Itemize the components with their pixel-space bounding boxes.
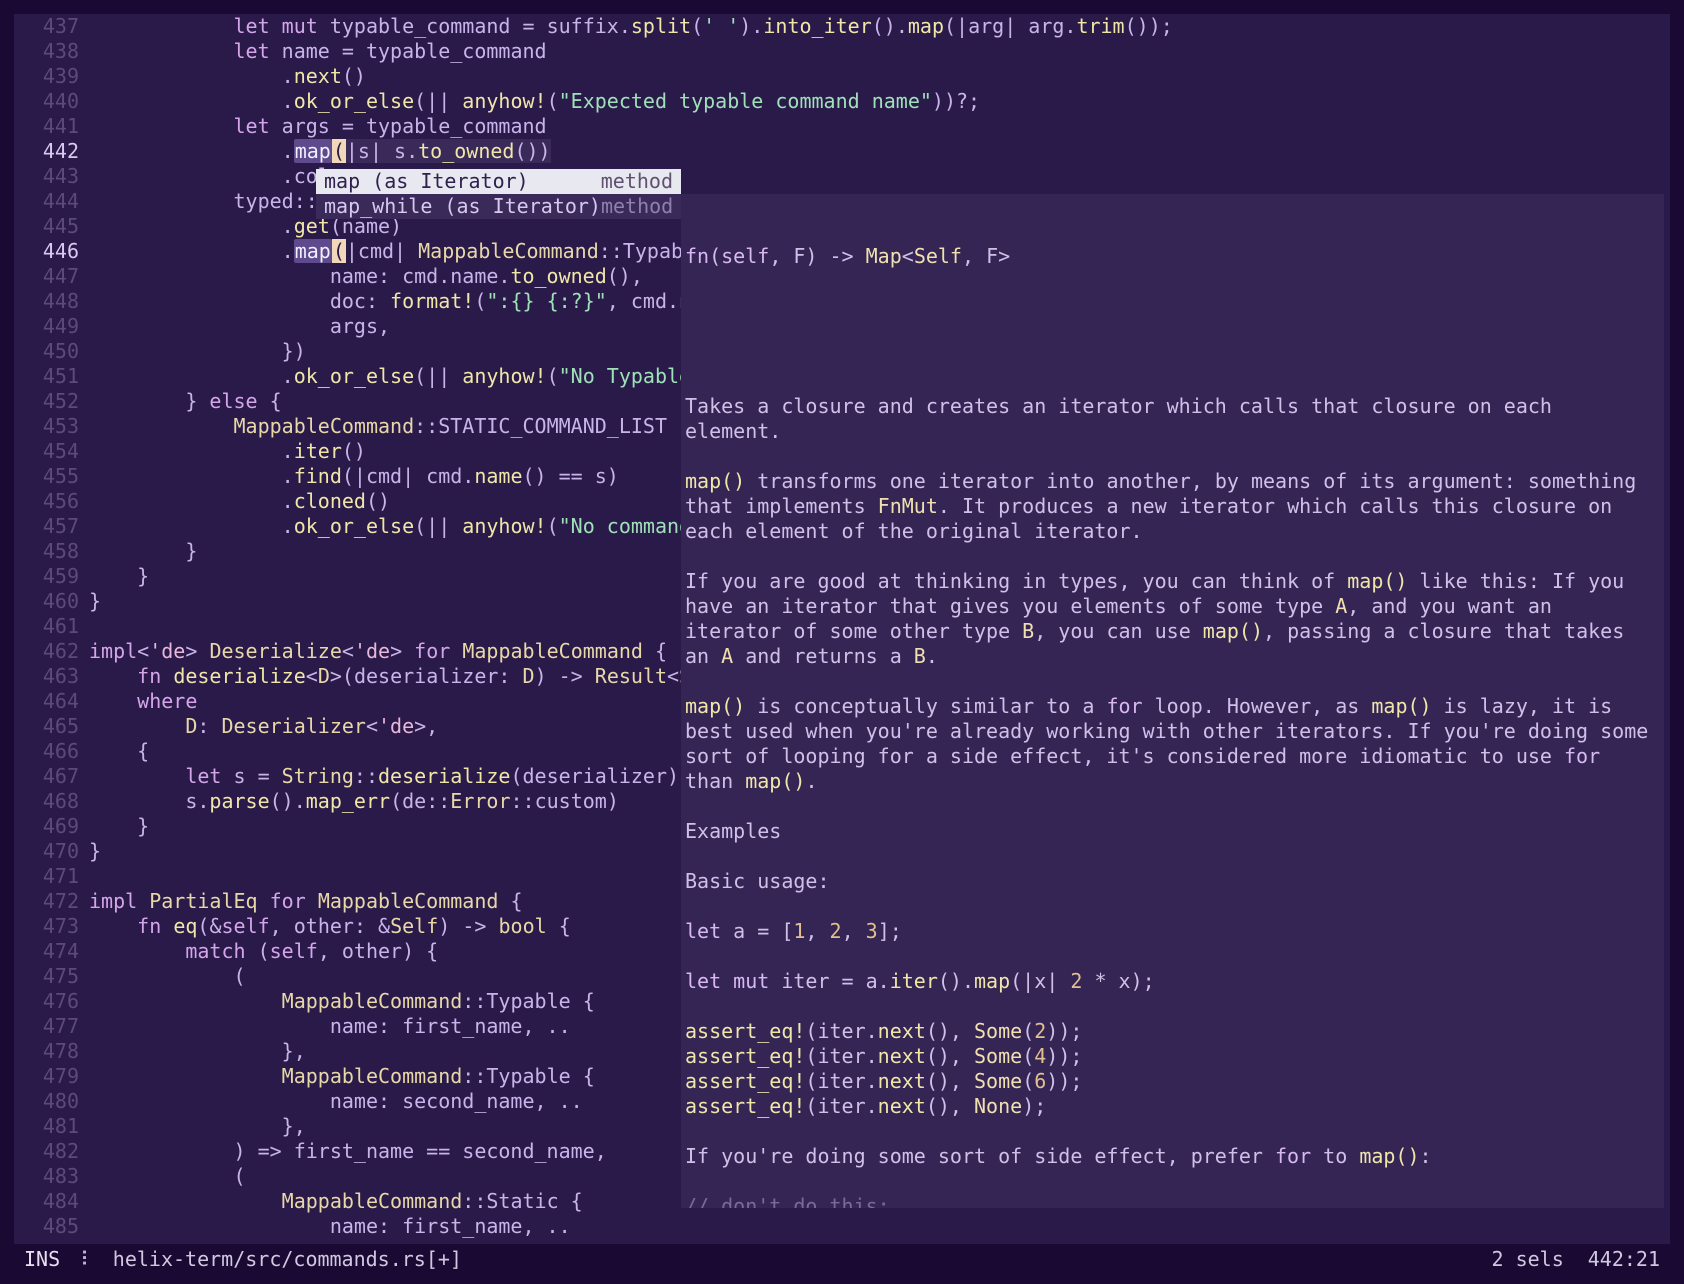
spinner-icon: ⠇ — [80, 1247, 93, 1271]
line-number: 469 — [14, 814, 79, 839]
completion-kind: method — [601, 169, 673, 194]
line-number: 447 — [14, 264, 79, 289]
line-number: 465 — [14, 714, 79, 739]
line-number: 442 — [14, 139, 79, 164]
line-number: 476 — [14, 989, 79, 1014]
code-line[interactable]: let args = typable_command — [89, 114, 1670, 139]
line-number: 475 — [14, 964, 79, 989]
line-number: 466 — [14, 739, 79, 764]
line-number: 472 — [14, 889, 79, 914]
line-number: 444 — [14, 189, 79, 214]
code-line[interactable]: .map(|s| s.to_owned()) — [89, 139, 1670, 164]
line-number: 484 — [14, 1189, 79, 1214]
line-number-gutter: 4374384394404414424434444454464474484494… — [14, 14, 89, 1244]
line-number: 480 — [14, 1089, 79, 1114]
line-number: 457 — [14, 514, 79, 539]
line-number: 468 — [14, 789, 79, 814]
line-number: 443 — [14, 164, 79, 189]
line-number: 470 — [14, 839, 79, 864]
line-number: 452 — [14, 389, 79, 414]
status-bar: INS ⠇ helix-term/src/commands.rs[+] 2 se… — [14, 1244, 1670, 1274]
line-number: 460 — [14, 589, 79, 614]
line-number: 450 — [14, 339, 79, 364]
line-number: 446 — [14, 239, 79, 264]
cursor-position: 442:21 — [1588, 1247, 1660, 1271]
line-number: 464 — [14, 689, 79, 714]
completion-item[interactable]: map (as Iterator) method — [316, 169, 681, 194]
line-number: 485 — [14, 1214, 79, 1239]
code-area[interactable]: 4374384394404414424434444454464474484494… — [14, 14, 1670, 1244]
selection-count: 2 sels — [1492, 1247, 1564, 1271]
line-number: 453 — [14, 414, 79, 439]
line-number: 448 — [14, 289, 79, 314]
line-number: 477 — [14, 1014, 79, 1039]
line-number: 441 — [14, 114, 79, 139]
completion-item[interactable]: map_while (as Iterator)method — [316, 194, 681, 219]
code-line[interactable]: .next() — [89, 64, 1670, 89]
line-number: 481 — [14, 1114, 79, 1139]
file-path: helix-term/src/commands.rs[+] — [113, 1247, 462, 1271]
line-number: 461 — [14, 614, 79, 639]
line-number: 438 — [14, 39, 79, 64]
line-number: 478 — [14, 1039, 79, 1064]
completion-label: map_while (as Iterator) — [324, 194, 601, 219]
line-number: 439 — [14, 64, 79, 89]
line-number: 479 — [14, 1064, 79, 1089]
documentation-popup[interactable]: fn(self, F) -> Map<Self, F> Takes a clos… — [681, 194, 1664, 1208]
line-number: 451 — [14, 364, 79, 389]
code-line[interactable]: let mut typable_command = suffix.split('… — [89, 14, 1670, 39]
code-line[interactable]: .ok_or_else(|| anyhow!("Expected typable… — [89, 89, 1670, 114]
completion-kind: method — [601, 194, 673, 219]
line-number: 473 — [14, 914, 79, 939]
code-line[interactable]: let name = typable_command — [89, 39, 1670, 64]
line-number: 458 — [14, 539, 79, 564]
line-number: 482 — [14, 1139, 79, 1164]
code-line[interactable]: name: first_name, .. — [89, 1214, 1670, 1239]
line-number: 456 — [14, 489, 79, 514]
line-number: 445 — [14, 214, 79, 239]
line-number: 449 — [14, 314, 79, 339]
line-number: 462 — [14, 639, 79, 664]
line-number: 471 — [14, 864, 79, 889]
line-number: 474 — [14, 939, 79, 964]
line-number: 455 — [14, 464, 79, 489]
line-number: 437 — [14, 14, 79, 39]
line-number: 483 — [14, 1164, 79, 1189]
completion-label: map (as Iterator) — [324, 169, 529, 194]
editor-window: 4374384394404414424434444454464474484494… — [0, 0, 1684, 1284]
doc-signature: fn(self, F) -> Map<Self, F> — [685, 244, 1660, 269]
doc-body: Takes a closure and creates an iterator … — [685, 394, 1660, 1208]
line-number: 463 — [14, 664, 79, 689]
completion-popup[interactable]: map (as Iterator) methodmap_while (as Ite… — [316, 169, 681, 219]
editor-mode: INS — [24, 1247, 60, 1271]
line-number: 459 — [14, 564, 79, 589]
line-number: 454 — [14, 439, 79, 464]
line-number: 467 — [14, 764, 79, 789]
line-number: 440 — [14, 89, 79, 114]
